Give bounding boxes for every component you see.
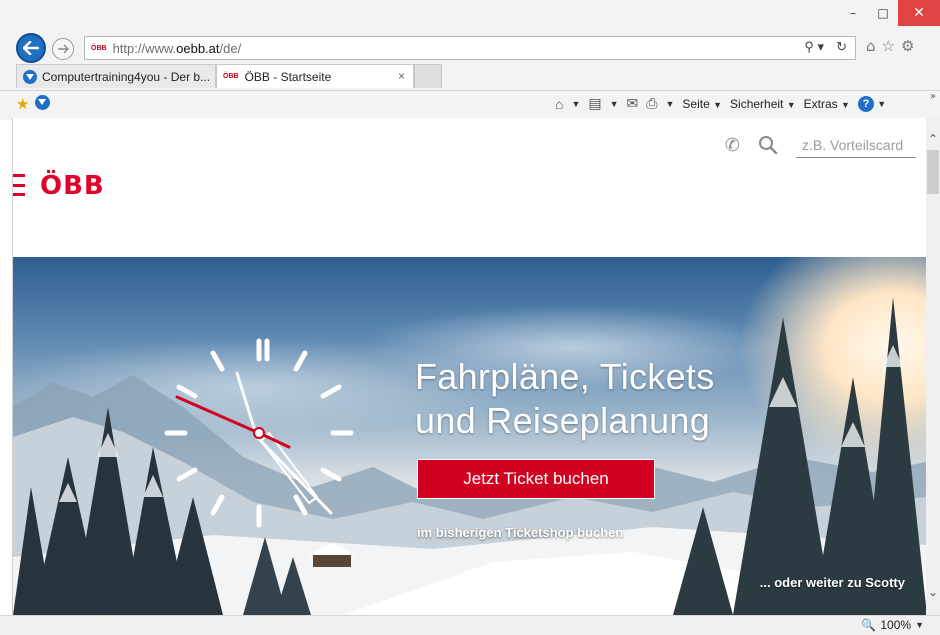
url-domain: oebb.at (176, 40, 220, 56)
chevron-down-icon[interactable]: ▼ (610, 99, 619, 109)
chevron-down-icon[interactable]: ▼ (665, 99, 674, 109)
tools-menu-label: Extras (803, 96, 838, 111)
close-window-button[interactable]: ✕ (898, 0, 940, 26)
zoom-icon: 🔍 (861, 618, 877, 632)
address-tools: ⚲ ▾ ↻ (804, 39, 847, 55)
tools-menu[interactable]: Extras ▼ (804, 97, 850, 111)
site-search-input[interactable] (796, 132, 916, 158)
browser-chrome: – □ ✕ ÖBB http://www.oebb.at/de/ ⚲ ▾ ↻ ⌂… (0, 0, 940, 120)
hamburger-menu-icon[interactable] (13, 174, 25, 196)
back-button[interactable] (16, 33, 46, 63)
address-bar[interactable]: ÖBB http://www.oebb.at/de/ ⚲ ▾ ↻ (84, 36, 856, 60)
tab-computertraining[interactable]: Computertraining4you - Der b... (16, 64, 216, 88)
tab-favicon: ÖBB (223, 73, 239, 80)
status-bar: 🔍 100% ▼ (0, 615, 940, 635)
favorites-bar: ★ (16, 95, 51, 113)
command-bar: ★ ⌂ ▼ ▤ ▼ ✉ ⎙ ▼ Seite ▼ Sicherheit ▼ Extras… (0, 90, 940, 116)
page-menu-label: Seite (682, 96, 710, 111)
scroll-down-icon[interactable]: ⌄ (926, 585, 940, 599)
print-icon[interactable]: ⎙ (646, 95, 657, 112)
overflow-chevron-icon[interactable]: » (930, 91, 936, 102)
hero-banner: Fahrpläne, Tickets und Reiseplanung Jetz… (13, 257, 926, 615)
minimize-button[interactable]: – (838, 0, 868, 26)
book-ticket-button[interactable]: Jetzt Ticket buchen (417, 459, 655, 499)
url-suffix: /de/ (219, 40, 242, 56)
safety-menu[interactable]: Sicherheit ▼ (730, 97, 796, 111)
address-url: http://www.oebb.at/de/ (113, 41, 242, 56)
tab-label: Computertraining4you - Der b... (42, 69, 211, 84)
chevron-down-icon: ▼ (786, 99, 796, 110)
chevron-down-icon: ▼ (877, 98, 887, 109)
oebb-logo[interactable]: ÖBB (40, 171, 105, 201)
tab-site-icon (23, 69, 37, 84)
home-icon[interactable]: ⌂ (866, 37, 876, 55)
site-favicon: ÖBB (91, 44, 107, 52)
help-icon: ? (857, 95, 874, 112)
phone-icon[interactable]: ✆ (725, 135, 740, 156)
gear-icon[interactable]: ⚙ (901, 37, 914, 55)
tab-oebb-startseite[interactable]: ÖBB ÖBB - Startseite × (216, 64, 414, 88)
legacy-ticketshop-link[interactable]: im bisherigen Ticketshop buchen (417, 525, 623, 540)
add-favorite-icon[interactable]: ★ (16, 95, 29, 113)
hero-title: Fahrpläne, Tickets und Reiseplanung (415, 355, 715, 443)
page-menu[interactable]: Seite ▼ (682, 97, 722, 111)
search-dropdown-button[interactable]: ⚲ ▾ (804, 39, 824, 55)
maximize-button[interactable]: □ (868, 0, 898, 26)
feeds-icon[interactable]: ▤ (588, 95, 601, 112)
forward-arrow-icon (58, 44, 69, 54)
menu-bar (13, 193, 25, 196)
chevron-down-icon[interactable]: ▼ (915, 620, 924, 630)
hero-title-line-2: und Reiseplanung (415, 400, 711, 441)
url-prefix: http://www. (112, 40, 177, 56)
command-items: ⌂ ▼ ▤ ▼ ✉ ⎙ ▼ Seite ▼ Sicherheit ▼ Extras ▼… (555, 95, 886, 112)
vertical-scrollbar[interactable]: ⌃ ⌄ (926, 118, 940, 615)
safety-menu-label: Sicherheit (730, 96, 784, 111)
search-icon[interactable] (758, 135, 778, 155)
forward-button[interactable] (52, 38, 74, 60)
site-shortcut-icon[interactable] (35, 95, 51, 110)
browser-right-icons: ⌂ ☆ ⚙ (866, 37, 914, 55)
scroll-up-icon[interactable]: ⌃ (926, 132, 940, 146)
navigation-row: ÖBB http://www.oebb.at/de/ ⚲ ▾ ↻ ⌂ ☆ ⚙ (0, 30, 940, 63)
scotty-link[interactable]: ... oder weiter zu Scotty (760, 575, 905, 590)
window-controls: – □ ✕ (838, 0, 940, 30)
menu-bar (13, 174, 25, 177)
hero-title-line-1: Fahrpläne, Tickets (415, 356, 715, 397)
zoom-level: 100% (880, 618, 912, 632)
tab-close-icon[interactable]: × (398, 69, 405, 83)
page-viewport: ✆ ÖBB (12, 118, 926, 615)
back-arrow-icon (23, 41, 39, 55)
site-header-tools: ✆ (725, 132, 916, 158)
menu-bar (13, 183, 25, 187)
tab-label: ÖBB - Startseite (244, 69, 332, 84)
home-icon[interactable]: ⌂ (555, 96, 563, 112)
chevron-down-icon: ▼ (713, 99, 723, 110)
zoom-control[interactable]: 🔍 100% ▼ (861, 618, 924, 632)
chevron-down-icon[interactable]: ▼ (571, 99, 580, 109)
new-tab-button[interactable] (414, 64, 442, 88)
help-menu[interactable]: ? ▼ (857, 95, 887, 112)
favorites-star-icon[interactable]: ☆ (882, 37, 895, 55)
refresh-button[interactable]: ↻ (836, 39, 847, 55)
scroll-thumb[interactable] (927, 150, 939, 194)
mail-icon[interactable]: ✉ (627, 95, 639, 112)
tab-strip: Computertraining4you - Der b... ÖBB ÖBB … (0, 64, 940, 88)
chevron-down-icon: ▼ (841, 99, 850, 110)
